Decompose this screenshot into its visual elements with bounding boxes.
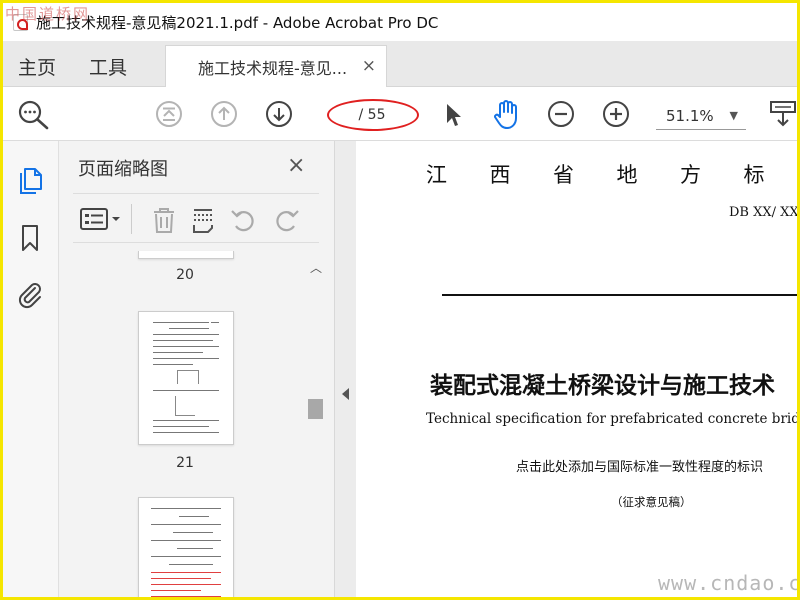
zoom-level-dropdown[interactable]: 51.1% ▼ [656, 102, 746, 130]
thumbnail-options-icon[interactable] [79, 206, 123, 232]
header-char: 江 [426, 163, 449, 187]
standard-consistency-note: 点击此处添加与国际标准一致性程度的标识 [516, 460, 764, 475]
delete-page-icon[interactable] [151, 206, 177, 234]
tab-document-label: 施工技术规程-意见... [198, 59, 348, 78]
zoom-out-icon[interactable] [547, 100, 575, 128]
tab-close-icon[interactable]: × [362, 56, 376, 76]
page-thumbnails-icon[interactable] [16, 165, 44, 195]
thumbnail-page-20[interactable] [138, 251, 234, 259]
close-icon[interactable]: × [287, 153, 305, 178]
search-icon[interactable] [17, 99, 51, 131]
header-rule [442, 294, 797, 296]
thumbnail-page-21[interactable] [138, 311, 234, 445]
toolbar: / 55 51.1% ▼ [3, 87, 797, 141]
header-char: 方 [680, 163, 703, 187]
document-header: 江西省地方标 [426, 159, 797, 189]
navigation-rail [3, 141, 59, 597]
rotate-left-icon[interactable] [229, 206, 257, 234]
hand-tool-icon[interactable] [490, 98, 524, 130]
scrolling-mode-icon[interactable] [769, 99, 797, 129]
attachments-icon[interactable] [16, 279, 44, 309]
thumbnails-toolbar [73, 193, 319, 243]
watermark-bottom-right: www.cndao.com [658, 571, 800, 595]
title-bar: 施工技术规程-意见稿2021.1.pdf - Adobe Acrobat Pro… [3, 3, 797, 41]
thumbnail-page-number: 20 [176, 267, 194, 283]
tab-home[interactable]: 主页 [18, 53, 56, 80]
scrollbar-thumb[interactable] [308, 399, 323, 419]
watermark-top-left: 中国道桥网 [5, 5, 91, 23]
red-annotation-ellipse [327, 99, 419, 131]
chevron-down-icon: ▼ [729, 109, 738, 122]
scroll-up-icon[interactable]: ︿ [310, 259, 322, 276]
document-view[interactable]: 江 西 省 地 方 标 DB XX/ XX 装配式混凝土桥梁设计与施工技术 Technic… [356, 141, 797, 597]
collapse-panel-icon[interactable] [342, 388, 349, 400]
thumbnail-page-number: 21 [176, 455, 194, 471]
tab-tools[interactable]: 工具 [89, 53, 127, 80]
panel-collapse-gutter[interactable] [335, 141, 356, 597]
app-window: 施工技术规程-意见稿2021.1.pdf - Adobe Acrobat Pro… [0, 0, 800, 600]
thumbnails-scrollbar[interactable] [306, 256, 324, 597]
header-char: 标 [743, 163, 767, 187]
draft-label: （征求意见稿） [611, 495, 692, 509]
toolbar-divider [131, 204, 132, 234]
header-char: 西 [489, 163, 513, 187]
header-char: 省 [553, 163, 576, 187]
previous-page-icon[interactable] [210, 100, 238, 128]
thumbnail-page-22[interactable] [138, 497, 234, 597]
zoom-level-value: 51.1% [666, 106, 714, 125]
select-tool-icon[interactable] [443, 101, 463, 129]
zoom-in-icon[interactable] [602, 100, 630, 128]
document-title-cn: 装配式混凝土桥梁设计与施工技术 [430, 373, 775, 399]
first-page-icon[interactable] [155, 100, 183, 128]
insert-page-icon[interactable] [191, 206, 217, 234]
document-title-en: Technical specification for prefabricate… [426, 411, 797, 427]
rotate-right-icon[interactable] [273, 206, 301, 234]
standard-code: DB XX/ XX [729, 205, 797, 220]
tab-bar: 主页 工具 施工技术规程-意见... × [3, 41, 797, 88]
window-title: 施工技术规程-意见稿2021.1.pdf - Adobe Acrobat Pro… [36, 13, 439, 32]
header-char: 地 [616, 163, 640, 187]
bookmarks-icon[interactable] [16, 223, 44, 253]
next-page-icon[interactable] [265, 100, 293, 128]
thumbnails-panel-title: 页面缩略图 [78, 159, 168, 180]
page-thumbnails-panel: 页面缩略图 × 20 21 ︿ [59, 141, 335, 597]
tab-document[interactable]: 施工技术规程-意见... × [165, 45, 387, 88]
